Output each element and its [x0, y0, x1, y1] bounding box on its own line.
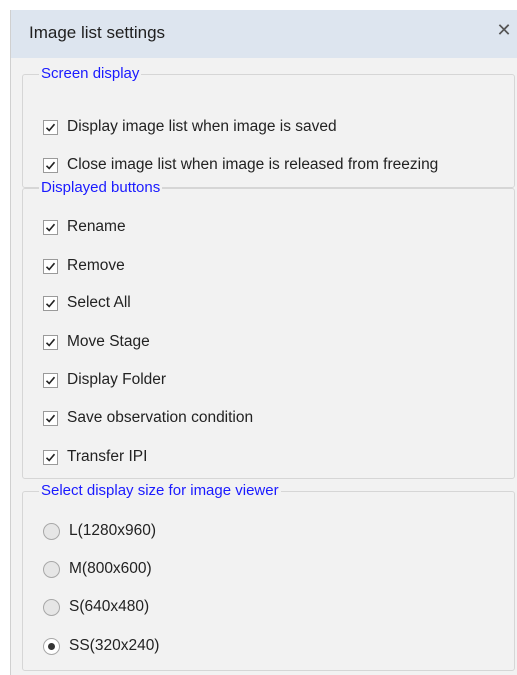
- checkbox-label: Move Stage: [67, 333, 150, 350]
- radio-label: S(640x480): [69, 598, 150, 615]
- radio-label: SS(320x240): [69, 637, 160, 654]
- checkbox-label: Select All: [67, 294, 131, 311]
- radio-button[interactable]: [43, 598, 60, 616]
- checkbox-move-stage[interactable]: Move Stage: [43, 331, 150, 353]
- checkbox-box[interactable]: [43, 295, 58, 311]
- image-list-settings-dialog: Image list settings ✕ Screen display Dis…: [10, 10, 517, 675]
- checkbox-box[interactable]: [43, 258, 58, 274]
- display-size-legend: Select display size for image viewer: [39, 482, 281, 500]
- radio-label: L(1280x960): [69, 522, 157, 539]
- checkbox-save-observation-condition[interactable]: Save observation condition: [43, 407, 253, 429]
- checkbox-box[interactable]: [43, 372, 58, 388]
- checkbox-box[interactable]: [43, 157, 58, 173]
- checkbox-select-all[interactable]: Select All: [43, 292, 131, 314]
- check-icon: [45, 299, 56, 308]
- checkbox-box[interactable]: [43, 334, 58, 350]
- checkbox-box[interactable]: [43, 410, 58, 426]
- dialog-title: Image list settings: [29, 23, 166, 42]
- checkbox-label: Rename: [67, 218, 126, 235]
- checkbox-label: Display image list when image is saved: [67, 118, 337, 135]
- radio-button[interactable]: [43, 560, 60, 578]
- screen-display-legend: Screen display: [39, 65, 142, 83]
- radio-button[interactable]: [43, 522, 60, 540]
- check-icon: [45, 262, 56, 271]
- check-icon: [45, 223, 56, 232]
- radio-size-l[interactable]: L(1280x960): [43, 520, 156, 542]
- checkbox-display-folder[interactable]: Display Folder: [43, 369, 166, 391]
- check-icon: [45, 376, 56, 385]
- checkbox-rename[interactable]: Rename: [43, 216, 126, 238]
- radio-size-m[interactable]: M(800x600): [43, 558, 152, 580]
- checkbox-label: Display Folder: [67, 371, 167, 388]
- displayed-buttons-group: Displayed buttons Rename Remove Select A…: [22, 179, 515, 479]
- checkbox-label: Transfer IPI: [67, 448, 148, 465]
- radio-button-selected[interactable]: [43, 637, 60, 655]
- radio-label: M(800x600): [69, 560, 152, 577]
- screen-display-group: Screen display Display image list when i…: [22, 65, 515, 188]
- close-icon[interactable]: ✕: [494, 20, 514, 40]
- check-icon: [45, 161, 56, 170]
- check-icon: [45, 123, 56, 132]
- checkbox-display-image-list-when-saved[interactable]: Display image list when image is saved: [43, 116, 337, 138]
- checkbox-remove[interactable]: Remove: [43, 255, 125, 277]
- checkbox-label: Close image list when image is released …: [67, 156, 439, 173]
- displayed-buttons-legend: Displayed buttons: [39, 179, 163, 197]
- check-icon: [45, 338, 56, 347]
- checkbox-box[interactable]: [43, 449, 58, 465]
- checkbox-close-image-list-when-released[interactable]: Close image list when image is released …: [43, 154, 438, 176]
- checkbox-box[interactable]: [43, 219, 58, 235]
- checkbox-label: Remove: [67, 257, 125, 274]
- display-size-group: Select display size for image viewer L(1…: [22, 482, 515, 671]
- checkbox-transfer-ipi[interactable]: Transfer IPI: [43, 446, 147, 468]
- checkbox-label: Save observation condition: [67, 409, 254, 426]
- title-bar: Image list settings ✕: [11, 10, 517, 58]
- check-icon: [45, 414, 56, 423]
- radio-size-ss[interactable]: SS(320x240): [43, 635, 159, 657]
- checkbox-box[interactable]: [43, 119, 58, 135]
- radio-dot-icon: [48, 642, 55, 650]
- radio-size-s[interactable]: S(640x480): [43, 596, 149, 618]
- check-icon: [45, 453, 56, 462]
